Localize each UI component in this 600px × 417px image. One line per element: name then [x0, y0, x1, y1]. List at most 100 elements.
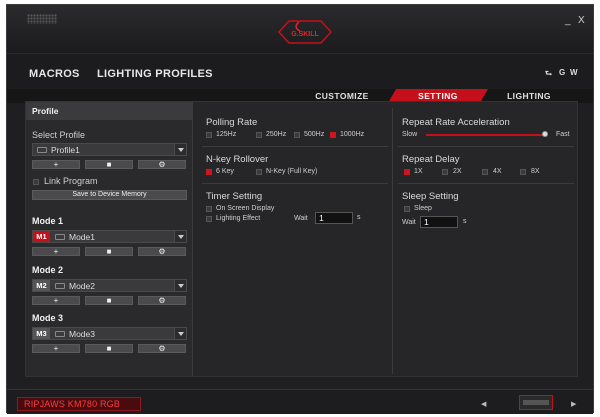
link-program-checkbox[interactable]: [33, 179, 39, 185]
next-device-icon[interactable]: ▶: [571, 400, 576, 408]
mode2-badge: M2: [33, 280, 50, 291]
delay-2x-radio[interactable]: [442, 169, 448, 175]
timer-title: Timer Setting: [206, 191, 263, 202]
sleep-title: Sleep Setting: [402, 191, 459, 202]
profile-delete-button[interactable]: ■: [85, 160, 133, 169]
chevron-down-icon[interactable]: [174, 144, 186, 155]
repeat-accel-title: Repeat Rate Acceleration: [402, 117, 510, 128]
share-icon[interactable]: ⮑: [545, 68, 552, 82]
repeat-accel-slider[interactable]: [426, 134, 546, 136]
mode3-button-row: + ■ ⚙: [32, 344, 187, 353]
polling-125-radio[interactable]: [206, 132, 212, 138]
sleep-checkbox[interactable]: [404, 206, 410, 212]
mode2-button-row: + ■ ⚙: [32, 296, 187, 305]
mode3-delete-button[interactable]: ■: [85, 344, 133, 353]
mode2-add-button[interactable]: +: [32, 296, 80, 305]
mode3-badge: M3: [33, 328, 50, 339]
mode3-title: Mode 3: [32, 313, 64, 323]
save-to-device-button[interactable]: Save to Device Memory: [32, 190, 187, 200]
divider: [202, 183, 388, 184]
nkey-full-radio[interactable]: [256, 169, 262, 175]
timer-unit-label: s: [357, 214, 361, 221]
profile-button-row: + ■ ⚙: [32, 160, 187, 169]
on-screen-display-label: On Screen Display: [216, 205, 275, 212]
delay-1x-label: 1X: [414, 168, 423, 175]
delay-2x-label: 2X: [453, 168, 462, 175]
main-nav: MACROS LIGHTING PROFILES ⮑ G W: [7, 53, 593, 89]
chevron-down-icon[interactable]: [174, 328, 186, 339]
speaker-grille-decoration: [27, 14, 57, 24]
mode1-select-value: Mode1: [69, 232, 95, 242]
close-button[interactable]: X: [578, 15, 585, 26]
profile-add-button[interactable]: +: [32, 160, 80, 169]
mode1-badge: M1: [33, 231, 50, 242]
nkey-title: N-key Rollover: [206, 154, 269, 165]
chevron-down-icon[interactable]: [174, 280, 186, 291]
mode2-title: Mode 2: [32, 265, 64, 275]
mode3-select-value: Mode3: [69, 329, 95, 339]
nav-w-button[interactable]: W: [570, 68, 578, 77]
bottom-bar: RIPJAWS KM780 RGB ◀ ▶: [7, 389, 593, 414]
mode1-settings-button[interactable]: ⚙: [138, 247, 186, 256]
divider: [398, 183, 574, 184]
on-screen-display-checkbox[interactable]: [206, 206, 212, 212]
mode1-title: Mode 1: [32, 216, 64, 226]
nav-lighting-profiles[interactable]: LIGHTING PROFILES: [97, 68, 213, 80]
mode2-delete-button[interactable]: ■: [85, 296, 133, 305]
mode3-settings-button[interactable]: ⚙: [138, 344, 186, 353]
prev-device-icon[interactable]: ◀: [481, 400, 486, 408]
polling-125-label: 125Hz: [216, 131, 237, 138]
mode1-add-button[interactable]: +: [32, 247, 80, 256]
mode1-select[interactable]: M1 Mode1: [32, 230, 187, 243]
nkey-6key-label: 6 Key: [216, 168, 234, 175]
app-window: G.SKILL _ X MACROS LIGHTING PROFILES ⮑ G…: [6, 4, 594, 414]
gskill-logo: G.SKILL: [277, 20, 333, 44]
keyboard-icon: [55, 283, 65, 289]
sleep-wait-input[interactable]: 1: [420, 216, 458, 228]
profile-select-value: Profile1: [51, 145, 80, 155]
lighting-effect-checkbox[interactable]: [206, 216, 212, 222]
profile-settings-button[interactable]: ⚙: [138, 160, 186, 169]
title-bar: G.SKILL _ X: [7, 5, 593, 53]
mode3-select[interactable]: M3 Mode3: [32, 327, 187, 340]
mode2-settings-button[interactable]: ⚙: [138, 296, 186, 305]
mode1-delete-button[interactable]: ■: [85, 247, 133, 256]
divider: [398, 146, 574, 147]
divider: [202, 146, 388, 147]
polling-250-label: 250Hz: [266, 131, 287, 138]
timer-wait-label: Wait: [294, 215, 308, 222]
nkey-6key-radio[interactable]: [206, 169, 212, 175]
timer-wait-input[interactable]: 1: [315, 212, 353, 224]
repeat-accel-fast-label: Fast: [556, 131, 570, 138]
repeat-accel-slow-label: Slow: [402, 131, 418, 138]
profile-pane: Profile Select Profile Profile1 + ■ ⚙ Li…: [26, 102, 193, 376]
content-panel: Profile Select Profile Profile1 + ■ ⚙ Li…: [25, 101, 578, 377]
profile-select[interactable]: Profile1: [32, 143, 187, 156]
polling-250-radio[interactable]: [256, 132, 262, 138]
chevron-down-icon[interactable]: [174, 231, 186, 242]
keyboard-device-icon[interactable]: [519, 395, 553, 410]
delay-4x-radio[interactable]: [482, 169, 488, 175]
mode3-add-button[interactable]: +: [32, 344, 80, 353]
polling-1000-radio[interactable]: [330, 132, 336, 138]
profile-header: Profile: [26, 102, 192, 120]
repeat-delay-title: Repeat Delay: [402, 154, 460, 165]
sleep-wait-label: Wait: [402, 219, 416, 226]
device-name: RIPJAWS KM780 RGB: [17, 397, 141, 411]
polling-500-radio[interactable]: [294, 132, 300, 138]
nkey-full-label: N-Key (Full Key): [266, 168, 318, 175]
delay-8x-radio[interactable]: [520, 169, 526, 175]
repeat-accel-slider-handle[interactable]: [542, 131, 548, 137]
minimize-button[interactable]: _: [565, 15, 571, 26]
column-divider: [392, 108, 393, 374]
nav-g-button[interactable]: G: [559, 68, 565, 77]
delay-4x-label: 4X: [493, 168, 502, 175]
delay-1x-radio[interactable]: [404, 169, 410, 175]
mode2-select[interactable]: M2 Mode2: [32, 279, 187, 292]
polling-1000-label: 1000Hz: [340, 131, 365, 138]
mode1-button-row: + ■ ⚙: [32, 247, 187, 256]
sleep-unit-label: s: [463, 218, 467, 225]
delay-8x-label: 8X: [531, 168, 540, 175]
keyboard-icon: [55, 331, 65, 337]
nav-macros[interactable]: MACROS: [29, 68, 80, 80]
